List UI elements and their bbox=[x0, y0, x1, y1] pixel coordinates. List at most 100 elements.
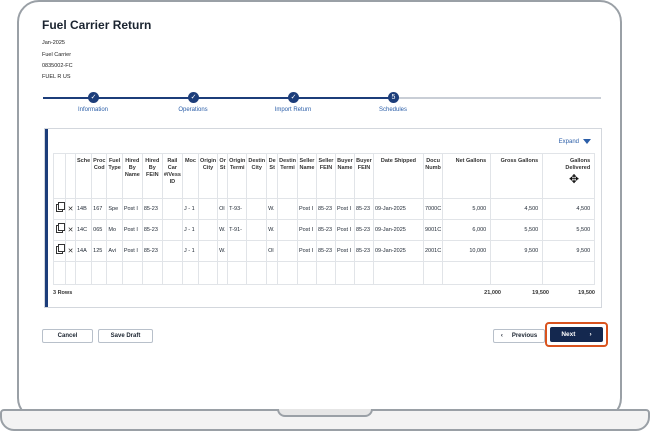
table-cell[interactable] bbox=[161, 219, 183, 241]
table-cell[interactable]: 167 bbox=[91, 198, 108, 220]
table-cell[interactable] bbox=[161, 240, 183, 262]
table-cell[interactable] bbox=[161, 198, 183, 220]
next-button[interactable]: Next › bbox=[550, 327, 603, 342]
table-cell[interactable]: W. bbox=[266, 219, 279, 241]
table-cell[interactable]: 85-23 bbox=[315, 219, 336, 241]
save-draft-button[interactable]: Save Draft bbox=[98, 329, 153, 343]
table-cell[interactable]: Ol bbox=[266, 240, 279, 262]
table-cell[interactable]: 85-23 bbox=[141, 240, 163, 262]
col-header[interactable]: Buyer FEIN bbox=[353, 153, 374, 199]
delete-row-button[interactable]: ✕ bbox=[65, 219, 76, 241]
table-cell[interactable]: W. bbox=[217, 219, 229, 241]
col-header-net-gallons[interactable]: Net Gallons bbox=[442, 153, 492, 199]
col-header[interactable]: Destin Termi bbox=[277, 153, 298, 199]
table-cell[interactable] bbox=[277, 198, 298, 220]
table-cell[interactable] bbox=[277, 240, 298, 262]
table-cell[interactable]: 125 bbox=[91, 240, 108, 262]
col-header[interactable]: Date Shipped bbox=[372, 153, 424, 199]
table-cell[interactable] bbox=[246, 198, 268, 220]
col-header-gross-gallons[interactable]: Gross Gallons bbox=[490, 153, 544, 199]
previous-button[interactable]: ‹ Previous bbox=[493, 329, 545, 343]
table-cell[interactable]: 9,500 bbox=[542, 240, 596, 262]
table-cell[interactable]: 85-23 bbox=[315, 240, 336, 262]
table-cell[interactable]: J - 1 bbox=[181, 240, 199, 262]
table-cell[interactable]: 14C bbox=[74, 219, 93, 241]
table-cell[interactable]: Spe bbox=[106, 198, 123, 220]
table-cell[interactable]: Post I bbox=[296, 198, 317, 220]
step-2-check-icon[interactable]: ✓ bbox=[188, 92, 199, 103]
step-label-schedules[interactable]: Schedules bbox=[379, 107, 407, 113]
table-cell[interactable]: 2001C bbox=[422, 240, 444, 262]
table-cell[interactable]: 14A bbox=[74, 240, 93, 262]
copy-row-button[interactable] bbox=[53, 240, 66, 262]
col-header[interactable]: Docu Numb bbox=[422, 153, 444, 199]
copy-row-button[interactable] bbox=[53, 198, 66, 220]
col-header[interactable]: Fuel Type bbox=[106, 153, 123, 199]
col-header[interactable]: Seller FEIN bbox=[315, 153, 336, 199]
table-cell[interactable]: 9,500 bbox=[490, 240, 544, 262]
table-cell[interactable] bbox=[197, 219, 219, 241]
col-header[interactable]: Sche bbox=[74, 153, 93, 199]
table-cell[interactable]: 09-Jan-2025 bbox=[372, 198, 424, 220]
table-cell[interactable]: 5,500 bbox=[490, 219, 544, 241]
table-cell[interactable]: Avi bbox=[106, 240, 123, 262]
table-cell[interactable]: 9001C bbox=[422, 219, 444, 241]
table-cell[interactable]: 4,500 bbox=[490, 198, 544, 220]
table-cell[interactable]: 065 bbox=[91, 219, 108, 241]
table-cell[interactable]: W. bbox=[266, 198, 279, 220]
col-header[interactable]: Seller Name bbox=[296, 153, 317, 199]
table-cell[interactable] bbox=[197, 198, 219, 220]
table-cell[interactable]: 85-23 bbox=[315, 198, 336, 220]
table-cell[interactable]: 4,500 bbox=[542, 198, 596, 220]
delete-row-button[interactable]: ✕ bbox=[65, 198, 76, 220]
table-cell[interactable] bbox=[227, 240, 248, 262]
col-header[interactable]: De St bbox=[266, 153, 279, 199]
table-cell[interactable]: 10,000 bbox=[442, 240, 492, 262]
table-cell[interactable]: Post I bbox=[296, 240, 317, 262]
table-cell[interactable]: 09-Jan-2025 bbox=[372, 240, 424, 262]
cancel-button[interactable]: Cancel bbox=[42, 329, 93, 343]
table-cell[interactable]: Post I bbox=[296, 219, 317, 241]
table-cell[interactable] bbox=[246, 240, 268, 262]
table-cell[interactable] bbox=[246, 219, 268, 241]
table-cell[interactable]: 5,000 bbox=[442, 198, 492, 220]
table-cell[interactable]: 85-23 bbox=[353, 240, 374, 262]
table-cell[interactable] bbox=[277, 219, 298, 241]
table-cell[interactable]: T-93- bbox=[227, 198, 248, 220]
step-label-import-return[interactable]: Import Return bbox=[275, 107, 312, 113]
col-header[interactable]: Buyer Name bbox=[334, 153, 355, 199]
table-cell[interactable]: Post I bbox=[121, 240, 143, 262]
table-cell[interactable]: T-91- bbox=[227, 219, 248, 241]
col-header[interactable]: Hired By FEIN bbox=[141, 153, 163, 199]
expand-button[interactable]: Expand bbox=[559, 139, 591, 145]
step-4-number[interactable]: 5 bbox=[388, 92, 399, 103]
table-cell[interactable]: Ol bbox=[217, 198, 229, 220]
table-cell[interactable]: 14B bbox=[74, 198, 93, 220]
table-cell[interactable]: Post I bbox=[121, 219, 143, 241]
table-cell[interactable]: Post I bbox=[334, 240, 355, 262]
table-cell[interactable]: Mo bbox=[106, 219, 123, 241]
table-cell[interactable] bbox=[197, 240, 219, 262]
table-cell[interactable]: Post I bbox=[121, 198, 143, 220]
copy-row-button[interactable] bbox=[53, 219, 66, 241]
step-3-check-icon[interactable]: ✓ bbox=[288, 92, 299, 103]
table-cell[interactable]: 85-23 bbox=[353, 198, 374, 220]
table-cell[interactable]: 7000C bbox=[422, 198, 444, 220]
table-cell[interactable]: 6,000 bbox=[442, 219, 492, 241]
table-cell[interactable]: W. bbox=[217, 240, 229, 262]
col-header[interactable]: Rail Car #/Vess ID bbox=[161, 153, 183, 199]
step-1-check-icon[interactable]: ✓ bbox=[88, 92, 99, 103]
table-cell[interactable]: 85-23 bbox=[141, 198, 163, 220]
col-header[interactable]: Origin Termi bbox=[227, 153, 248, 199]
table-cell[interactable]: J - 1 bbox=[181, 198, 199, 220]
col-header[interactable]: Destin City bbox=[246, 153, 268, 199]
col-header[interactable]: Hired By Name bbox=[121, 153, 143, 199]
col-header[interactable]: Moc bbox=[181, 153, 199, 199]
table-cell[interactable]: J - 1 bbox=[181, 219, 199, 241]
col-header[interactable]: Proc Cod bbox=[91, 153, 108, 199]
step-label-operations[interactable]: Operations bbox=[178, 107, 207, 113]
table-cell[interactable]: 09-Jan-2025 bbox=[372, 219, 424, 241]
table-cell[interactable]: Post I bbox=[334, 219, 355, 241]
col-header[interactable]: Or St bbox=[217, 153, 229, 199]
col-header[interactable]: Origin City bbox=[197, 153, 219, 199]
